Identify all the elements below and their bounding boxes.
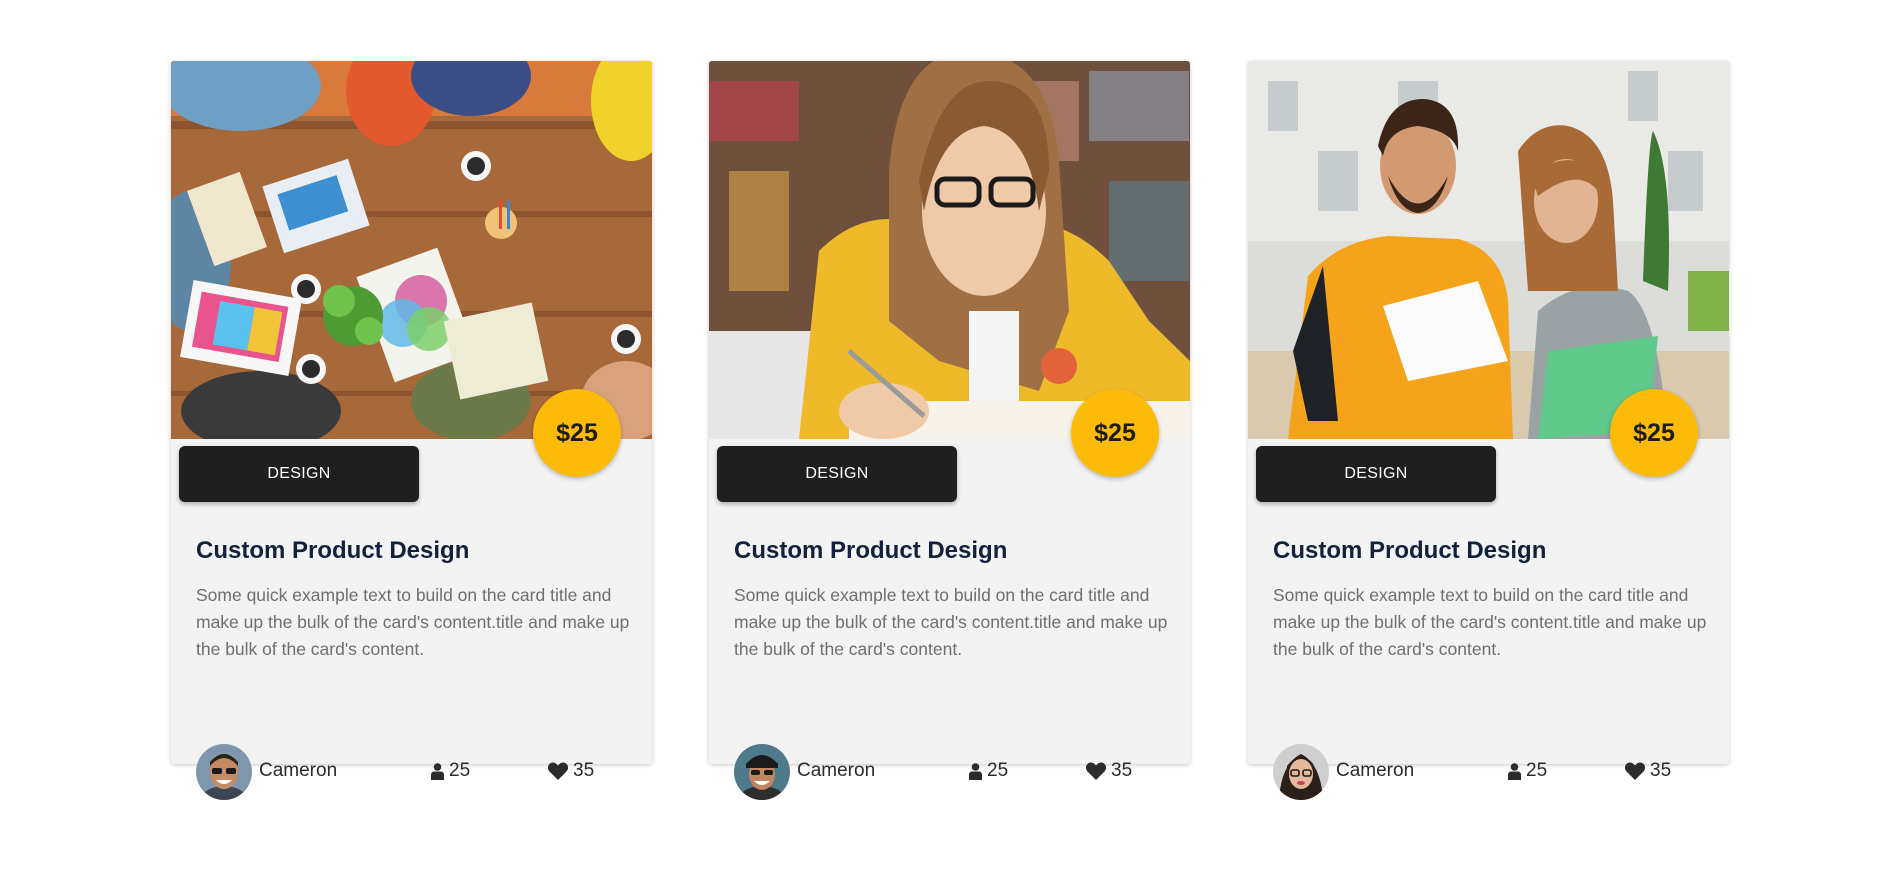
heart-icon[interactable] [1625, 762, 1645, 780]
category-button[interactable]: DESIGN [179, 446, 419, 502]
card-title[interactable]: Custom Product Design [196, 537, 469, 565]
product-card: $25 DESIGN Custom Product Design Some qu… [709, 61, 1190, 800]
users-count: 25 [987, 760, 1009, 781]
avatar[interactable] [1273, 744, 1329, 800]
user-icon [969, 762, 982, 780]
price-badge: $25 [1071, 389, 1159, 477]
heart-icon[interactable] [1086, 762, 1106, 780]
likes-count: 35 [1650, 760, 1672, 781]
product-card: $25 DESIGN Custom Product Design Some qu… [1248, 61, 1729, 800]
users-stat: 25 [431, 760, 470, 782]
price-badge: $25 [1610, 389, 1698, 477]
product-card: $25 DESIGN Custom Product Design Some qu… [171, 61, 652, 800]
author-name[interactable]: Cameron [259, 760, 337, 782]
card-grid: $25 DESIGN Custom Product Design Some qu… [0, 0, 1898, 877]
card-title[interactable]: Custom Product Design [1273, 537, 1546, 565]
likes-count: 35 [1111, 760, 1133, 781]
card-image-students-outdoor [1248, 61, 1729, 439]
avatar[interactable] [734, 744, 790, 800]
card-text: Some quick example text to build on the … [734, 585, 1168, 659]
likes-stat[interactable]: 35 [1086, 760, 1132, 782]
user-icon [1508, 762, 1521, 780]
users-count: 25 [1526, 760, 1548, 781]
avatar[interactable] [196, 744, 252, 800]
card-footer: Cameron 25 35 [1273, 744, 1693, 802]
price-badge: $25 [533, 389, 621, 477]
heart-icon[interactable] [548, 762, 568, 780]
author-name[interactable]: Cameron [1336, 760, 1414, 782]
card-text: Some quick example text to build on the … [196, 585, 630, 659]
category-button[interactable]: DESIGN [1256, 446, 1496, 502]
card-image-team-desk [171, 61, 652, 439]
card-title[interactable]: Custom Product Design [734, 537, 1007, 565]
likes-count: 35 [573, 760, 595, 781]
category-button[interactable]: DESIGN [717, 446, 957, 502]
author-name[interactable]: Cameron [797, 760, 875, 782]
users-stat: 25 [1508, 760, 1547, 782]
card-footer: Cameron 25 35 [196, 744, 616, 802]
user-icon [431, 762, 444, 780]
likes-stat[interactable]: 35 [548, 760, 594, 782]
users-stat: 25 [969, 760, 1008, 782]
card-image-student-writing [709, 61, 1190, 439]
likes-stat[interactable]: 35 [1625, 760, 1671, 782]
card-footer: Cameron 25 35 [734, 744, 1154, 802]
users-count: 25 [449, 760, 471, 781]
card-text: Some quick example text to build on the … [1273, 585, 1707, 659]
